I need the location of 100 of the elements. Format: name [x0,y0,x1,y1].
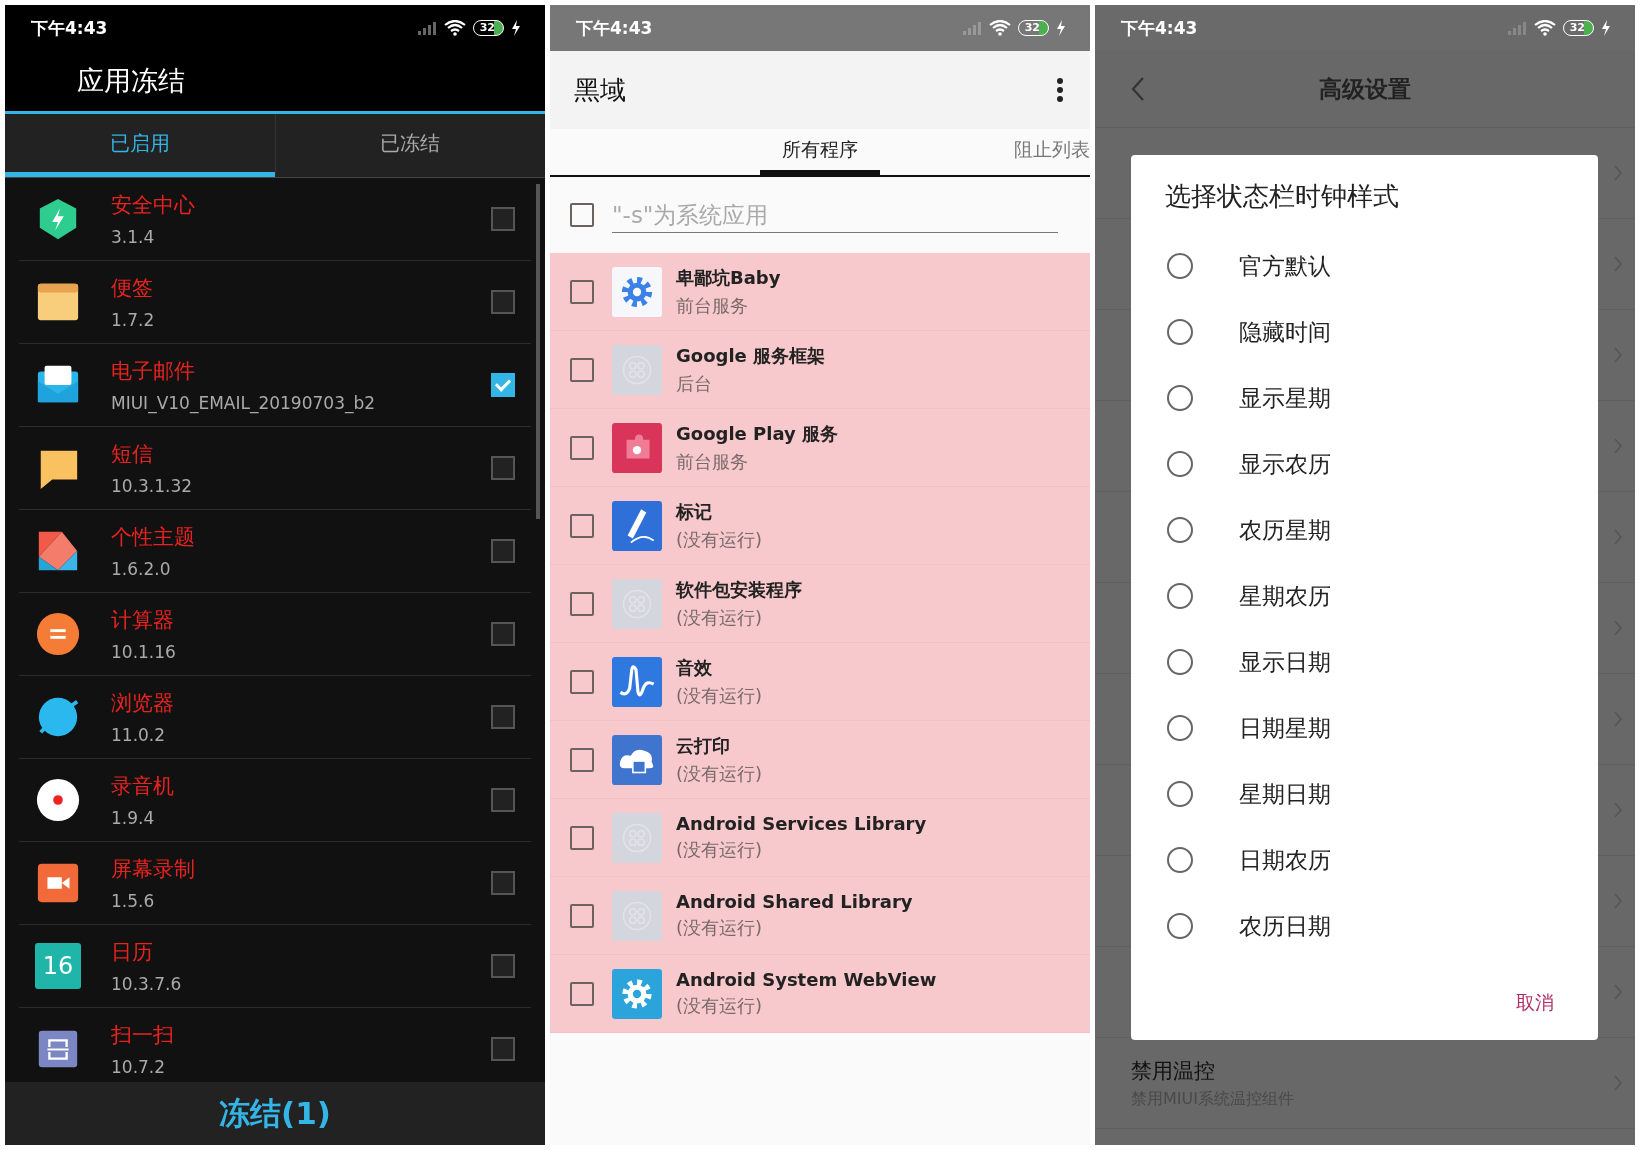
app-name: 录音机 [111,773,175,800]
radio-button[interactable] [1167,253,1193,279]
checkbox[interactable] [491,539,515,563]
dialog-title: 选择状态栏时钟样式 [1165,180,1400,213]
app-status: 前台服务 [676,293,749,318]
option-label[interactable]: 显示农历 [1239,448,1331,480]
app-name: 浏览器 [111,690,175,717]
app-version: 10.3.7.6 [111,974,183,994]
app-name: Android Shared Library [676,891,913,912]
radio-button[interactable] [1167,583,1193,609]
radio-button[interactable] [1167,451,1193,477]
app-status: (没有运行) [676,605,764,630]
battery-indicator: 32 [472,20,504,36]
app-name: 日历 [111,939,154,966]
radio-button[interactable] [1167,715,1193,741]
wifi-icon [1533,20,1556,36]
option-label[interactable]: 农历星期 [1239,514,1331,546]
app-status: 前台服务 [676,449,749,474]
app-name: 电子邮件 [111,358,196,385]
app-status: (没有运行) [676,838,764,862]
app-version: 3.1.4 [111,227,156,247]
checkbox[interactable] [491,456,515,480]
freeze-button[interactable]: 冻结(1) [5,1082,545,1145]
checkbox[interactable] [570,669,594,694]
option-label[interactable]: 隐藏时间 [1239,316,1331,348]
app-version: 1.7.2 [111,310,156,330]
page-title: 高级设置 [1319,74,1411,104]
checkbox[interactable] [570,279,594,304]
app-name: 便签 [111,275,154,302]
wifi-icon [988,20,1011,36]
app-placeholder-icon [612,890,662,941]
cancel-button[interactable]: 取消 [1510,988,1560,1017]
checkbox[interactable] [570,357,594,382]
option-label[interactable]: 官方默认 [1239,250,1331,282]
app-name: 屏幕录制 [111,856,196,883]
checkbox[interactable] [491,871,515,895]
checkbox[interactable] [491,622,515,646]
option-label[interactable]: 显示日期 [1239,646,1331,678]
app-status: 后台 [676,371,713,396]
tab[interactable]: 阻止列表 [1014,129,1090,175]
checkbox[interactable] [570,513,594,538]
checkbox[interactable] [570,903,594,928]
checkbox[interactable] [491,290,515,314]
app-name: Android Services Library [676,813,927,834]
checkbox[interactable] [491,788,515,812]
waveform-icon [612,656,662,707]
pen-icon [612,500,662,551]
radio-button[interactable] [1167,847,1193,873]
radio-button[interactable] [1167,913,1193,939]
checkbox[interactable] [491,373,515,397]
more-options-icon[interactable] [1056,77,1064,103]
record-icon [35,777,81,823]
radio-button[interactable] [1167,319,1193,345]
calculator-icon [35,611,81,657]
option-label[interactable]: 农历日期 [1239,910,1331,942]
checkbox[interactable] [570,591,594,616]
app-name: 标记 [676,499,713,524]
checkbox[interactable] [491,954,515,978]
checkbox[interactable] [570,981,594,1006]
app-version: 1.5.6 [111,891,156,911]
option-label[interactable]: 星期农历 [1239,580,1331,612]
checkbox[interactable] [491,1037,515,1061]
filter-field[interactable]: "-s"为系统应用 [612,197,1058,233]
option-label[interactable]: 显示星期 [1239,382,1331,414]
radio-button[interactable] [1167,385,1193,411]
app-name: 卑鄙坑Baby [676,265,781,290]
wifi-icon [443,20,466,36]
checkbox[interactable] [570,435,594,460]
option-label[interactable]: 日期农历 [1239,844,1331,876]
checkbox[interactable] [570,203,594,227]
checkbox[interactable] [491,207,515,231]
app-status: (没有运行) [676,527,763,552]
app-name: 安全中心 [111,192,196,219]
radio-button[interactable] [1167,649,1193,675]
app-name: Android System WebView [676,969,937,990]
radio-button[interactable] [1167,517,1193,543]
app-status: (没有运行) [676,761,763,786]
app-name: 云打印 [676,733,731,758]
app-version: 10.3.1.32 [111,476,194,496]
option-label[interactable]: 星期日期 [1239,778,1331,810]
tab[interactable]: 所有程序 [760,129,880,175]
option-label[interactable]: 日期星期 [1239,712,1331,744]
app-version: 10.7.2 [111,1057,167,1077]
app-status: (没有运行) [676,994,764,1018]
back-icon[interactable] [1131,76,1145,102]
setting-title: 禁用温控 [1131,1057,1216,1085]
checkbox[interactable] [491,705,515,729]
radio-button[interactable] [1167,781,1193,807]
checkbox[interactable] [570,747,594,772]
checkbox[interactable] [570,825,594,850]
battery-indicator: 32 [1562,20,1594,36]
charging-icon [511,20,521,36]
app-name: 扫一扫 [111,1022,175,1049]
app-name: 音效 [676,655,713,680]
app-name: Google Play 服务 [676,421,838,446]
app-version: 1.9.4 [111,808,156,828]
app-placeholder-icon [612,812,662,863]
status-time: 下午4:43 [31,16,108,40]
gear-icon [612,968,662,1019]
cloud-printer-icon [612,734,662,785]
